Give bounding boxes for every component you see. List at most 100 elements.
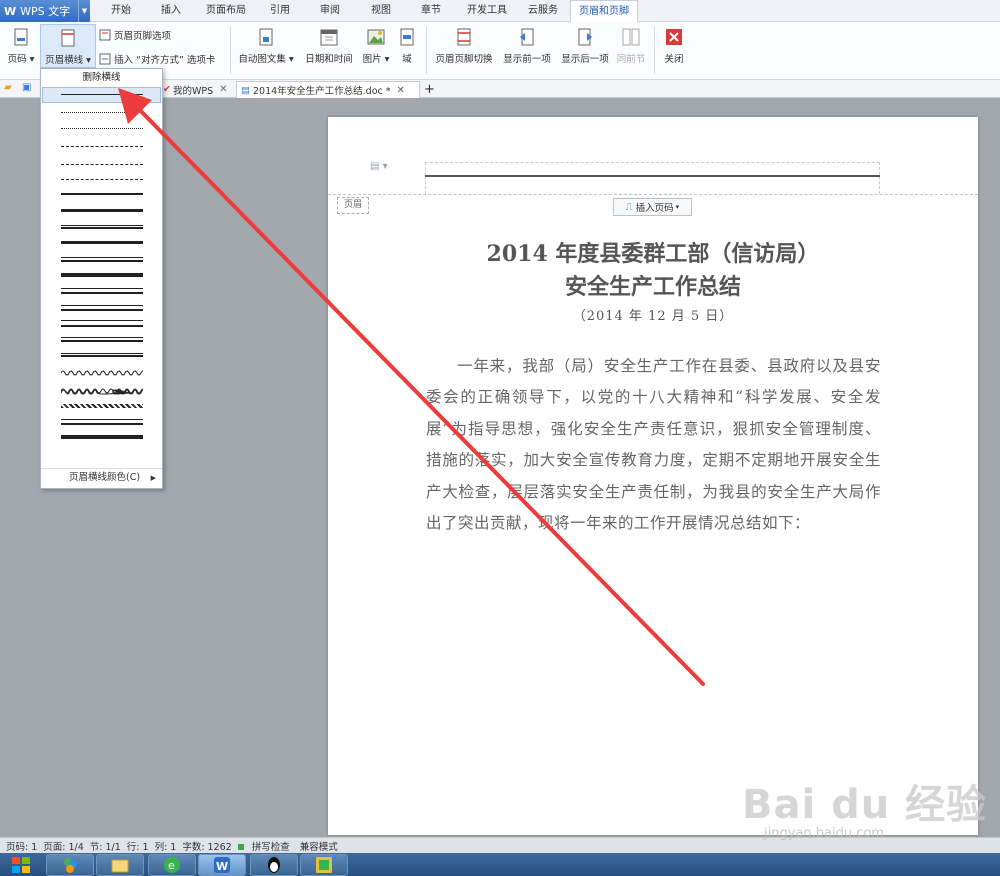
spell-check-icon xyxy=(237,843,244,850)
tab-section[interactable]: 章节 xyxy=(414,0,448,22)
taskbar-wps-icon[interactable]: W xyxy=(198,854,246,876)
baidu-jingyan-watermark: Bai du 经验 jingyan.baidu.com xyxy=(742,772,987,841)
windows-start-icon[interactable] xyxy=(4,854,38,876)
tab-view[interactable]: 视图 xyxy=(364,0,398,22)
menu-bar: W WPS 文字 ▼ 开始 插入 页面布局 引用 审阅 视图 章节 开发工具 云… xyxy=(0,0,1000,23)
status-page: 页码: 1 xyxy=(6,841,38,853)
tab-references[interactable]: 引用 xyxy=(263,0,297,22)
header-frame[interactable] xyxy=(425,162,880,194)
show-next-button[interactable]: 显示后一项 xyxy=(558,24,612,65)
folder-icon[interactable]: ▰ xyxy=(4,82,12,93)
taskbar-image-icon[interactable] xyxy=(300,854,348,876)
save-icon[interactable]: ▣ xyxy=(22,82,31,93)
line-style-option-selected[interactable] xyxy=(42,87,161,103)
page-number-icon xyxy=(12,28,30,46)
remove-line-item[interactable]: 删除横线 xyxy=(41,69,162,86)
page-number-button[interactable]: 页码 ▾ xyxy=(4,24,38,65)
switch-icon xyxy=(455,28,473,46)
app-name: WPS 文字 xyxy=(20,5,71,18)
document-icon: ▤ xyxy=(241,84,250,96)
tab-page-layout[interactable]: 页面布局 xyxy=(203,0,249,22)
line-style-option[interactable] xyxy=(61,209,143,212)
field-icon xyxy=(398,28,416,46)
line-style-option[interactable] xyxy=(60,387,146,395)
line-style-option[interactable] xyxy=(61,94,143,95)
insert-align-tab-label: 插入 “对齐方式” 选项卡 xyxy=(114,55,216,66)
line-style-option[interactable] xyxy=(61,146,143,147)
line-style-option[interactable] xyxy=(61,225,143,229)
line-style-option[interactable] xyxy=(61,193,143,195)
line-color-label: 页眉横线颜色(C) xyxy=(69,472,141,483)
line-style-option[interactable] xyxy=(61,353,143,357)
new-tab-button[interactable]: + xyxy=(424,81,435,98)
status-pages: 页面: 1/4 xyxy=(43,841,84,853)
spell-check-toggle[interactable]: 拼写检查 xyxy=(237,839,290,853)
line-style-option[interactable] xyxy=(61,288,143,294)
line-style-option[interactable] xyxy=(61,179,143,180)
switch-header-footer-label: 页眉页脚切换 xyxy=(435,54,493,65)
close-tab-icon[interactable]: ✕ xyxy=(219,84,227,95)
next-icon xyxy=(576,28,594,46)
insert-page-number-label: 插入页码 xyxy=(635,203,674,214)
tab-developer[interactable]: 开发工具 xyxy=(463,0,511,22)
line-style-option[interactable] xyxy=(61,337,143,342)
line-style-option[interactable] xyxy=(61,404,143,408)
tab-header-footer[interactable]: 页眉和页脚 xyxy=(570,0,638,23)
header-line-button[interactable]: 页眉横线 ▾ xyxy=(40,24,96,68)
picture-button[interactable]: 图片 ▾ xyxy=(360,24,392,65)
same-as-previous-button[interactable]: 同前节 xyxy=(614,24,648,65)
header-line-label: 页眉横线 xyxy=(45,55,84,66)
close-header-footer-button[interactable]: 关闭 xyxy=(660,24,688,65)
spell-check-label: 拼写检查 xyxy=(251,841,290,853)
line-style-option[interactable] xyxy=(60,369,146,377)
insert-align-tab-button[interactable]: 插入 “对齐方式” 选项卡 xyxy=(99,52,215,66)
line-style-option[interactable] xyxy=(61,435,143,439)
header-line-dropdown: 删除横线 页眉横线颜色(C) ▶ xyxy=(40,68,163,489)
wps-app-menu-button[interactable]: W WPS 文字 ▼ xyxy=(0,0,90,22)
document-body-paragraph[interactable]: 一年来，我部（局）安全生产工作在县委、县政府以及县安委会的正确领导下，以党的十八… xyxy=(426,351,881,539)
tab-cloud[interactable]: 云服务 xyxy=(520,0,566,22)
line-style-option[interactable] xyxy=(61,241,143,244)
chevron-down-icon: ▼ xyxy=(78,0,90,22)
line-style-option[interactable] xyxy=(61,320,143,327)
show-previous-label: 显示前一项 xyxy=(503,54,551,65)
switch-header-footer-button[interactable]: 页眉页脚切换 xyxy=(432,24,496,65)
insert-align-icon xyxy=(99,53,111,65)
taskbar-users-icon[interactable] xyxy=(46,854,94,876)
line-style-option[interactable] xyxy=(61,273,143,277)
taskbar-explorer-icon[interactable] xyxy=(96,854,144,876)
line-style-option[interactable] xyxy=(61,419,143,425)
ribbon-divider xyxy=(654,26,655,74)
line-style-option[interactable] xyxy=(61,164,143,165)
tab-review[interactable]: 审阅 xyxy=(313,0,347,22)
taskbar-browser-icon[interactable]: e xyxy=(148,854,196,876)
tab-home[interactable]: 开始 xyxy=(104,0,138,22)
tab-document[interactable]: ▤ 2014年安全生产工作总结.doc * ✕ xyxy=(236,81,420,98)
ribbon-divider xyxy=(230,26,231,74)
chevron-right-icon: ▶ xyxy=(150,474,156,482)
taskbar-qq-icon[interactable] xyxy=(250,854,298,876)
windows-taskbar: e W xyxy=(0,853,1000,876)
header-options-icon[interactable]: ▤ ▾ xyxy=(370,161,388,172)
page-number-icon: ⎍ xyxy=(625,201,633,213)
tab-insert[interactable]: 插入 xyxy=(154,0,188,22)
field-button[interactable]: 域 xyxy=(396,24,418,65)
date-time-button[interactable]: 日期和时间 xyxy=(302,24,356,65)
close-tab-icon[interactable]: ✕ xyxy=(397,85,405,96)
svg-text:W: W xyxy=(216,860,228,873)
header-footer-options-button[interactable]: 页眉页脚选项 xyxy=(99,28,171,42)
auto-text-icon xyxy=(257,28,275,46)
show-previous-button[interactable]: 显示前一项 xyxy=(500,24,554,65)
line-style-option[interactable] xyxy=(61,112,143,113)
insert-page-number-button[interactable]: ⎍ 插入页码 ▾ xyxy=(613,198,692,216)
line-style-option[interactable] xyxy=(61,305,143,311)
line-color-item[interactable]: 页眉横线颜色(C) ▶ xyxy=(41,468,162,486)
auto-text-button[interactable]: 自动图文集 ▾ xyxy=(236,24,296,65)
line-style-option[interactable] xyxy=(61,128,143,129)
watermark-url: jingyan.baidu.com xyxy=(764,826,884,841)
line-style-option[interactable] xyxy=(61,257,143,262)
tab-my-wps[interactable]: ✔ 我的WPS ✕ xyxy=(163,81,228,98)
options-icon xyxy=(99,29,111,41)
document-page[interactable]: ▤ ▾ 页眉 ⎍ 插入页码 ▾ 2014 年度县委群工部（信访局） 安全生产工作… xyxy=(328,117,978,835)
wps-logo-icon: W xyxy=(4,4,17,18)
